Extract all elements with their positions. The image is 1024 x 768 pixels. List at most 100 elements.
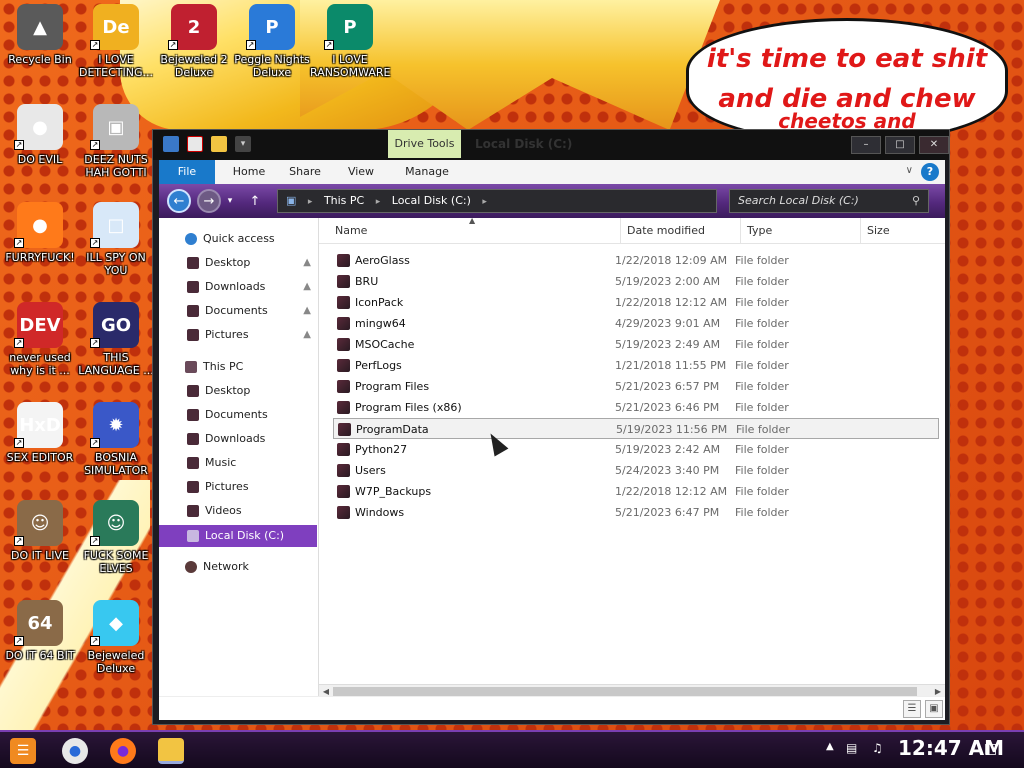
nav-quick-item[interactable]: Downloads ▲ [159, 276, 317, 298]
desktop-icon[interactable]: □ ↗ ILL SPY ON YOU [76, 202, 156, 277]
maximize-button[interactable]: □ [885, 136, 915, 154]
drive-icon [187, 530, 199, 542]
help-icon[interactable]: ? [921, 163, 939, 181]
nav-network[interactable]: Network [159, 556, 317, 578]
nav-label: Pictures [205, 328, 249, 341]
file-row[interactable]: MSOCache 5/19/2023 2:49 AM File folder [333, 334, 939, 355]
desktop-icon[interactable]: ☺ ↗ DO IT LIVE [0, 500, 80, 562]
file-row[interactable]: AeroGlass 1/22/2018 12:09 AM File folder [333, 250, 939, 271]
nav-pc-item[interactable]: Documents [159, 404, 317, 426]
tab-file[interactable]: File [159, 160, 215, 184]
address-bar[interactable]: ▣ ▸ This PC ▸ Local Disk (C:) ▸ [277, 189, 717, 213]
file-row[interactable]: Program Files 5/21/2023 6:57 PM File folde… [333, 376, 939, 397]
pin-icon[interactable]: ▲ [303, 300, 311, 322]
desktop-icon[interactable]: 2 ↗ Bejeweled 2 Deluxe [154, 4, 234, 79]
file-row[interactable]: ProgramData 5/19/2023 11:56 PM File folder [333, 418, 939, 439]
file-row[interactable]: IconPack 1/22/2018 12:12 AM File folder [333, 292, 939, 313]
nav-pc-item[interactable]: Music [159, 452, 317, 474]
file-row[interactable]: W7P_Backups 1/22/2018 12:12 AM File folder [333, 481, 939, 502]
pin-icon[interactable]: ▲ [303, 252, 311, 274]
nav-pc-item[interactable]: Videos [159, 500, 317, 522]
expand-ribbon-icon[interactable]: ∨ [906, 165, 913, 176]
new-folder-icon[interactable] [211, 136, 227, 152]
column-type[interactable]: Type [741, 218, 861, 244]
nav-label: Downloads [205, 280, 266, 293]
shortcut-arrow-icon: ↗ [90, 338, 100, 348]
desktop-icon[interactable]: ● ↗ DO EVIL [0, 104, 80, 166]
minimize-button[interactable]: – [851, 136, 881, 154]
file-row[interactable]: Program Files (x86) 5/21/2023 6:46 PM File… [333, 397, 939, 418]
back-arrow-icon[interactable]: ← [167, 189, 191, 213]
tab-drive-tools[interactable]: Drive Tools [388, 130, 461, 158]
nav-quick-item[interactable]: Documents ▲ [159, 300, 317, 322]
star-icon [185, 233, 197, 245]
tab-view[interactable]: View [339, 160, 383, 184]
search-icon[interactable]: ⚲ [912, 190, 920, 212]
tab-home[interactable]: Home [227, 160, 271, 184]
folder-icon [187, 433, 199, 445]
desktop-icon[interactable]: ▣ ↗ DEEZ NUTS HAH GOTTI [76, 104, 156, 179]
file-explorer-taskbar-icon[interactable] [158, 738, 184, 764]
desktop-icon[interactable]: P ↗ Peggle Nights Deluxe [232, 4, 312, 79]
breadcrumb-this-pc[interactable]: This PC [324, 194, 364, 207]
volume-icon[interactable]: ♫ [872, 741, 883, 755]
breadcrumb-separator-icon[interactable]: ▸ [308, 197, 313, 207]
breadcrumb-separator-icon[interactable]: ▸ [482, 197, 487, 207]
desktop-icon[interactable]: P ↗ I LOVE RANSOMWARE [310, 4, 390, 79]
pin-icon[interactable]: ▲ [303, 324, 311, 346]
file-row[interactable]: Users 5/24/2023 3:40 PM File folder [333, 460, 939, 481]
search-input[interactable]: Search Local Disk (C:) ⚲ [729, 189, 929, 213]
desktop-icon[interactable]: ▲ Recycle Bin [0, 4, 80, 66]
show-hidden-icons-icon[interactable]: ▲ [826, 741, 834, 752]
title-bar[interactable]: ▾ Drive Tools Local Disk (C:) – □ ✕ [153, 130, 949, 160]
nav-pc-item[interactable]: Desktop [159, 380, 317, 402]
close-button[interactable]: ✕ [919, 136, 949, 154]
file-row[interactable]: mingw64 4/29/2023 9:01 AM File folder [333, 313, 939, 334]
desktop-icon[interactable]: ✹ ↗ BOSNIA SIMULATOR [76, 402, 156, 477]
nav-local-disk-selected[interactable]: Local Disk (C:) [159, 525, 317, 547]
recent-locations-icon[interactable]: ▾ [223, 189, 237, 213]
notifications-icon[interactable]: □ [984, 741, 997, 757]
forward-arrow-icon[interactable]: → [197, 189, 221, 213]
nav-this-pc[interactable]: This PC [159, 356, 317, 378]
desktop-icon[interactable]: De ↗ I LOVE DETECTING... [76, 4, 156, 79]
start-button[interactable]: ☰ [10, 738, 36, 764]
large-icons-view-icon[interactable]: ▣ [925, 700, 943, 718]
desktop-icon[interactable]: ◆ ↗ Bejeweled Deluxe [76, 600, 156, 675]
details-view-icon[interactable]: ☰ [903, 700, 921, 718]
network-tray-icon[interactable]: ▤ [846, 741, 857, 755]
chrome-taskbar-icon[interactable]: ● [62, 738, 88, 764]
file-row[interactable]: PerfLogs 1/21/2018 11:55 PM File folder [333, 355, 939, 376]
firefox-taskbar-icon[interactable]: ● [110, 738, 136, 764]
folder-icon [337, 464, 350, 477]
desktop-icon[interactable]: GO ↗ THIS LANGUAGE ... [76, 302, 156, 377]
file-row[interactable]: Python27 5/19/2023 2:42 AM File folder [333, 439, 939, 460]
nav-quick-item[interactable]: Pictures ▲ [159, 324, 317, 346]
file-type: File folder [735, 506, 789, 519]
column-size[interactable]: Size [861, 218, 945, 244]
shortcut-arrow-icon: ↗ [14, 140, 24, 150]
desktop-icon[interactable]: 64 ↗ DO IT 64 BIT [0, 600, 80, 662]
nav-quick-item[interactable]: Desktop ▲ [159, 252, 317, 274]
nav-pc-item[interactable]: Downloads [159, 428, 317, 450]
navigation-pane: Quick access Desktop ▲ Downloads ▲ Documents… [159, 218, 319, 716]
tab-manage[interactable]: Manage [399, 160, 455, 184]
breadcrumb-separator-icon[interactable]: ▸ [376, 197, 381, 207]
pin-icon[interactable]: ▲ [303, 276, 311, 298]
up-arrow-icon[interactable]: ↑ [243, 189, 267, 213]
nav-pc-item[interactable]: Pictures [159, 476, 317, 498]
file-row[interactable]: BRU 5/19/2023 2:00 AM File folder [333, 271, 939, 292]
file-row[interactable]: Windows 5/21/2023 6:47 PM File folder [333, 502, 939, 523]
desktop-icon[interactable]: HxD ↗ SEX EDITOR [0, 402, 80, 464]
tab-share[interactable]: Share [283, 160, 327, 184]
nav-quick-access[interactable]: Quick access [159, 228, 317, 250]
column-date-modified[interactable]: Date modified [621, 218, 741, 244]
desktop-icon[interactable]: ● ↗ FURRYFUCK! [0, 202, 80, 264]
column-name[interactable]: Name [329, 218, 621, 244]
folder-icon [337, 275, 350, 288]
desktop-icon[interactable]: DEV ↗ never used why is it ... [0, 302, 80, 377]
desktop-icon[interactable]: ☺ ↗ FUCK SOME ELVES [76, 500, 156, 575]
qat-chevron-icon[interactable]: ▾ [235, 136, 251, 152]
breadcrumb-local-disk[interactable]: Local Disk (C:) [392, 194, 471, 207]
properties-icon[interactable] [187, 136, 203, 152]
